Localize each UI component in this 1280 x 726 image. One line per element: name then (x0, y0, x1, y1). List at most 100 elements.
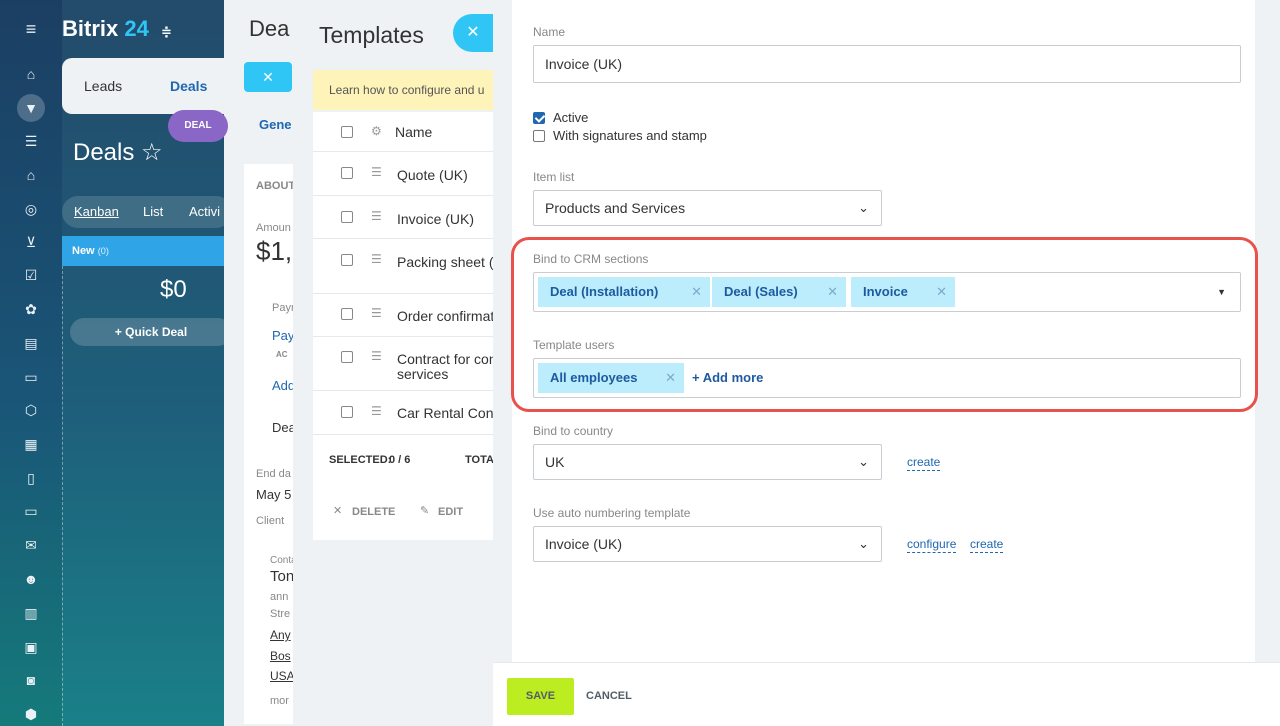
home-icon[interactable]: ⌂ (22, 65, 40, 83)
contact-city[interactable]: Any (270, 628, 291, 642)
calendar2-icon[interactable]: ▦ (22, 435, 40, 453)
client-label: Client (256, 515, 285, 527)
save-button[interactable]: SAVE (507, 678, 574, 715)
contact-city2[interactable]: Bos (270, 649, 291, 663)
row-checkbox[interactable] (341, 308, 353, 320)
row-checkbox[interactable] (341, 254, 353, 266)
checkbox-unchecked-icon[interactable] (533, 130, 545, 142)
active-checkbox[interactable]: Active (533, 110, 588, 125)
checkbox-icon[interactable]: ☑ (22, 266, 40, 284)
analytics-icon[interactable]: ▥ (22, 604, 40, 622)
contact-email: ann (270, 591, 289, 603)
gear-icon[interactable]: ⚙ (371, 124, 382, 138)
drag-handle-icon[interactable]: ☰ (371, 165, 382, 179)
inbox-icon[interactable]: ▭ (22, 502, 40, 520)
tag-crm-section[interactable]: Deal (Installation) ✕ (538, 277, 710, 307)
calendar-icon[interactable]: ▤ (22, 334, 40, 352)
table-row[interactable]: ☰ Car Rental Contr (313, 391, 503, 435)
remove-tag-icon[interactable]: ✕ (936, 277, 947, 307)
drag-handle-icon[interactable]: ☰ (371, 404, 382, 418)
logo[interactable]: Bitrix 24 ≑ (62, 16, 172, 42)
template-name[interactable]: Packing sheet (U (397, 254, 504, 270)
drag-handle-icon[interactable]: ☰ (371, 306, 382, 320)
template-users-field[interactable]: All employees ✕ + Add more (533, 358, 1241, 398)
sites-icon[interactable]: ✿ (22, 300, 40, 318)
view-kanban[interactable]: Kanban (74, 204, 119, 219)
dropdown-arrow-icon[interactable]: ▼ (1217, 273, 1226, 311)
tab-general[interactable]: Gene (259, 117, 292, 132)
tag-crm-section[interactable]: Invoice ✕ (851, 277, 955, 307)
item-list-select[interactable]: Products and Services ⌄ (533, 190, 882, 226)
drag-handle-icon[interactable]: ☰ (371, 209, 382, 223)
template-name[interactable]: Quote (UK) (397, 167, 468, 183)
document-icon[interactable]: ▯ (22, 469, 40, 487)
delete-button[interactable]: DELETE (352, 506, 395, 518)
users-icon[interactable]: ☻ (22, 570, 40, 588)
remove-tag-icon[interactable]: ✕ (691, 277, 702, 307)
row-checkbox[interactable] (341, 406, 353, 418)
select-all-checkbox[interactable] (341, 126, 353, 138)
contact-name[interactable]: Ton (270, 568, 294, 585)
drag-handle-icon[interactable]: ☰ (371, 252, 382, 266)
column-name[interactable]: Name (395, 124, 432, 140)
table-row[interactable]: ☰ Order confirmat (313, 294, 503, 337)
numbering-select[interactable]: Invoice (UK) ⌄ (533, 526, 882, 562)
signatures-checkbox[interactable]: With signatures and stamp (533, 128, 707, 143)
delete-icon: ✕ (333, 505, 343, 517)
edit-button[interactable]: EDIT (438, 506, 463, 518)
tab-deals[interactable]: Deals (170, 78, 207, 94)
robot-icon[interactable]: ◙ (22, 671, 40, 689)
table-row[interactable]: ☰ Packing sheet (U (313, 239, 504, 294)
numbering-create-link[interactable]: create (970, 537, 1004, 553)
numbering-configure-link[interactable]: configure (907, 537, 957, 553)
hexagon-icon[interactable]: ⬡ (22, 401, 40, 419)
checkbox-checked-icon[interactable] (533, 112, 545, 124)
view-list[interactable]: List (143, 204, 163, 219)
building-icon[interactable]: ⌂ (22, 166, 40, 184)
table-row[interactable]: ☰ Contract for con services (313, 337, 503, 391)
contact-country[interactable]: USA (270, 669, 295, 683)
contact-more[interactable]: mor (270, 695, 289, 707)
mail-icon[interactable]: ✉ (22, 536, 40, 554)
tasks-icon[interactable]: ☰ (22, 132, 40, 150)
switch-icon[interactable]: ≑ (161, 24, 172, 39)
chat-icon[interactable]: ▭ (22, 368, 40, 386)
remove-tag-icon[interactable]: ✕ (827, 277, 838, 307)
tag-crm-section[interactable]: Deal (Sales) ✕ (712, 277, 846, 307)
end-date-value: May 5 (256, 487, 292, 502)
cart-icon[interactable]: ⊻ (22, 233, 40, 251)
template-name[interactable]: Invoice (UK) (397, 211, 474, 227)
box-icon[interactable]: ⬢ (22, 705, 40, 723)
templates-close-button[interactable]: ✕ (453, 14, 493, 52)
tag-user[interactable]: All employees ✕ (538, 363, 684, 393)
tag-label: Deal (Sales) (724, 284, 798, 299)
table-row[interactable]: ☰ Quote (UK) (313, 152, 503, 196)
add-link[interactable]: Add (272, 378, 295, 393)
template-name[interactable]: Car Rental Contr (397, 405, 502, 421)
stage-header[interactable]: New (0) (62, 236, 232, 266)
drag-handle-icon[interactable]: ☰ (371, 349, 382, 363)
deal-close-button[interactable]: ✕ (244, 62, 292, 92)
country-select[interactable]: UK ⌄ (533, 444, 882, 480)
remove-tag-icon[interactable]: ✕ (665, 363, 676, 393)
crm-filter-icon[interactable]: ▼ (17, 94, 45, 122)
templates-note[interactable]: Learn how to configure and u (313, 70, 503, 110)
view-activities[interactable]: Activi (189, 204, 220, 219)
name-input[interactable]: Invoice (UK) (533, 45, 1241, 83)
row-checkbox[interactable] (341, 211, 353, 223)
country-create-link[interactable]: create (907, 455, 941, 471)
row-checkbox[interactable] (341, 351, 353, 363)
add-more-link[interactable]: + Add more (692, 363, 763, 393)
cancel-button[interactable]: CANCEL (586, 678, 632, 715)
template-name[interactable]: Order confirmat (397, 308, 494, 324)
tab-leads[interactable]: Leads (84, 78, 122, 94)
row-checkbox[interactable] (341, 167, 353, 179)
target-icon[interactable]: ◎ (22, 200, 40, 218)
table-row[interactable]: ☰ Invoice (UK) (313, 196, 503, 239)
id-card-icon[interactable]: ▣ (22, 638, 40, 656)
deal-badge: DEAL (168, 110, 228, 142)
template-name[interactable]: Contract for con (397, 351, 497, 367)
crm-sections-field[interactable]: Deal (Installation) ✕ Deal (Sales) ✕ Inv… (533, 272, 1241, 312)
menu-icon[interactable]: ≡ (22, 20, 40, 38)
quick-deal-button[interactable]: + Quick Deal (70, 318, 232, 346)
